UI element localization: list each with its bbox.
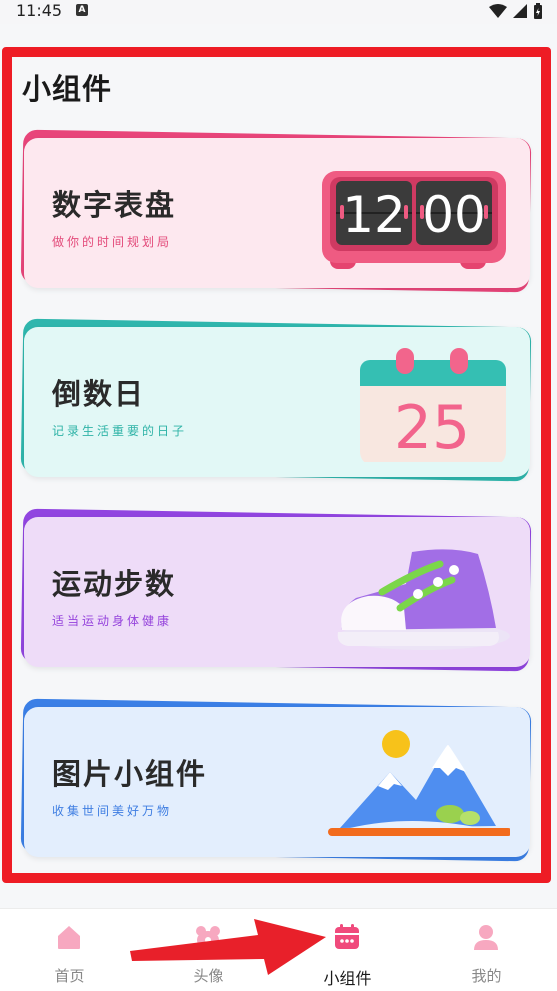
card-body: 倒数日 记录生活重要的日子 25	[24, 327, 530, 477]
card-subtitle: 收集世间美好万物	[52, 804, 173, 818]
status-icons	[489, 3, 543, 19]
sneaker-icon	[337, 549, 510, 650]
widget-card-picture[interactable]: 图片小组件 收集世间美好万物	[20, 698, 532, 862]
card-subtitle: 做你的时间规划局	[52, 235, 173, 249]
battery-icon	[534, 3, 542, 19]
widget-card-steps[interactable]: 运动步数 适当运动身体健康	[20, 508, 532, 672]
card-body: 运动步数 适当运动身体健康	[24, 517, 530, 667]
tab-label: 首页	[54, 967, 85, 985]
card-body: 数字表盘 做你的时间规划局 12 00	[24, 138, 530, 288]
flip-clock-icon: 12 00	[322, 171, 506, 269]
widget-calendar-icon	[335, 924, 359, 949]
status-bar: 11:45 A	[0, 0, 557, 24]
signal-icon	[513, 4, 527, 18]
clock-minute-text: 00	[422, 186, 486, 244]
card-title: 图片小组件	[52, 757, 208, 791]
notification-a-icon: A	[76, 4, 88, 16]
calendar-icon: 25	[360, 348, 506, 462]
status-time: 11:45	[16, 1, 63, 20]
mountain-landscape-icon	[328, 730, 510, 836]
card-title: 运动步数	[52, 567, 177, 601]
tab-mine[interactable]: 我的	[417, 909, 556, 991]
widget-card-countdown[interactable]: 倒数日 记录生活重要的日子 25	[20, 318, 532, 482]
page-title: 小组件	[22, 72, 113, 106]
clock-hour-text: 12	[342, 186, 406, 244]
tab-label: 我的	[471, 967, 502, 985]
home-icon	[58, 926, 80, 949]
card-body: 图片小组件 收集世间美好万物	[24, 707, 530, 857]
annotation-arrow	[130, 919, 326, 975]
card-title: 数字表盘	[52, 188, 177, 222]
calendar-day-text: 25	[394, 393, 470, 462]
widget-card-digital-clock[interactable]: 数字表盘 做你的时间规划局 12 00	[20, 129, 532, 293]
person-icon	[474, 925, 498, 950]
card-title: 倒数日	[52, 377, 146, 411]
tab-home[interactable]: 首页	[0, 909, 139, 991]
card-subtitle: 记录生活重要的日子	[52, 424, 188, 438]
card-subtitle: 适当运动身体健康	[52, 614, 173, 628]
wifi-icon	[489, 4, 507, 18]
